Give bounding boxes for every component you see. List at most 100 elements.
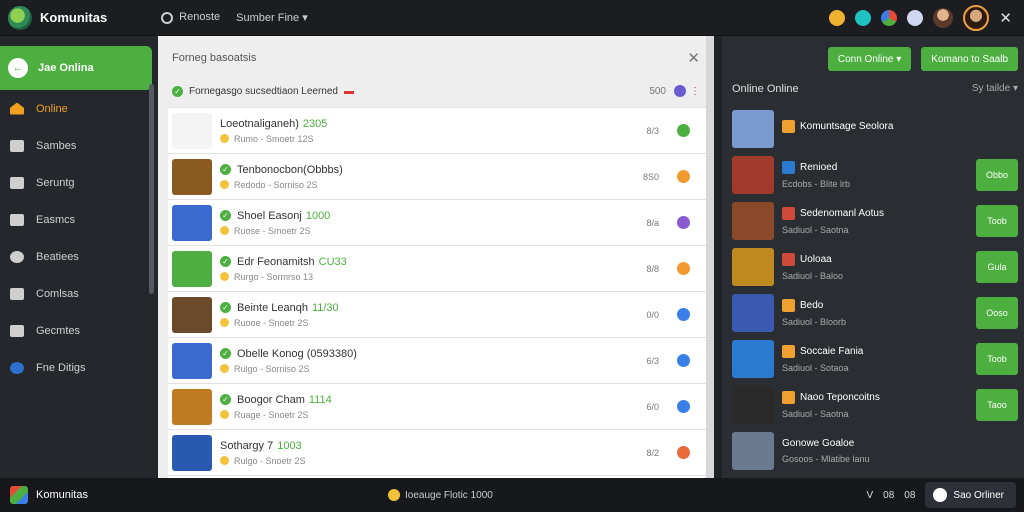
sidebar-item-8[interactable]: Fne Ditigs	[0, 349, 158, 386]
more-icon[interactable]: ⋮	[690, 86, 700, 97]
status-badge-icon[interactable]	[677, 400, 690, 413]
table-row[interactable]: ✓ Tenbonocbon(Obbbs) Redodo - Sorniso 2S 8S…	[168, 153, 706, 199]
tools-icon	[10, 213, 24, 226]
list-item[interactable]: Soccaie Fania Sadiuol - Sotaoa Toob	[732, 336, 1022, 382]
table-row[interactable]: Sothargy 7 1003 Rulgo - Snoetr 2S 8/2	[168, 429, 706, 475]
row-highlight: 2305	[302, 117, 328, 130]
row-highlight: 11/30	[311, 301, 339, 314]
item-text: Uoloaa Sadiuol - Baloo	[782, 253, 843, 281]
coin-icon	[220, 134, 229, 143]
item-title: Gonowe Goaloe	[782, 438, 855, 449]
list-item[interactable]: Uoloaa Sadiuol - Baloo Gula	[732, 244, 1022, 290]
row-title: Sothargy 7 1003	[220, 439, 302, 452]
item-text: Naoo Teponcoitns Sadiuol - Saotna	[782, 391, 880, 419]
status-badge-icon[interactable]	[677, 446, 690, 459]
status-badge-icon[interactable]	[677, 262, 690, 275]
status-badge-icon[interactable]	[677, 170, 690, 183]
table-row[interactable]: ✓ Beinte Leanqh 11/30 Ruooe - Snoetr 2S 0/0	[168, 291, 706, 337]
sidebar: ← Jae Onlina Online Sambes Seruntg Easmc…	[0, 36, 158, 478]
chat-icon[interactable]	[855, 9, 872, 26]
game-icon	[782, 120, 795, 133]
bottom-item-2[interactable]: 08	[883, 490, 894, 501]
search-button[interactable]: Komano to Saalb	[921, 47, 1018, 71]
sidebar-item-5[interactable]: Beatiees	[0, 238, 158, 275]
join-button[interactable]: Toob	[976, 205, 1018, 237]
bottom-right: V 08 08 Sao Orliner	[867, 482, 1016, 508]
list-item[interactable]: Komuntsage Seolora	[732, 106, 1022, 152]
status-badge-icon[interactable]	[677, 308, 690, 321]
search-icon	[10, 250, 24, 263]
sidebar-item-2[interactable]: Sambes	[0, 127, 158, 164]
game-list: Loeotnaliganeh) 2305 Rumo - Smoetr 12S 8/3 ✓…	[168, 107, 706, 512]
bottom-status: Ioeauge Flotic 1000	[387, 489, 493, 501]
item-text: Gonowe Goaloe Gosoos - Mlatibe lanu	[782, 438, 870, 464]
coin-icon	[220, 272, 229, 281]
list-item[interactable]: Bedo Sadiuol - Bloorb Ooso	[732, 290, 1022, 336]
bottom-item-3[interactable]: 08	[904, 490, 915, 501]
game-thumbnail	[732, 432, 774, 470]
bottom-item-1[interactable]: V	[867, 490, 874, 501]
profile-avatar[interactable]	[963, 4, 990, 31]
item-subtitle: Ecdobs - Blite lrb	[782, 179, 851, 189]
table-row[interactable]: ✓ Boogor Cham 1114 Ruage - Snoetr 2S 6/0	[168, 383, 706, 429]
main-scrollbar[interactable]	[706, 36, 714, 478]
table-row[interactable]: ✓ Edr Feonamitsh CU33 Rurgo - Sormrso 13 8/8	[168, 245, 706, 291]
join-button[interactable]: Obbo	[976, 159, 1018, 191]
sidebar-item-online[interactable]: Online	[0, 90, 158, 127]
join-button[interactable]: Gula	[976, 251, 1018, 283]
sidebar-item-6[interactable]: Comlsas	[0, 275, 158, 312]
sidebar-item-7[interactable]: Gecmtes	[0, 312, 158, 349]
list-item[interactable]: Gonowe Goaloe Gosoos - Mlatibe lanu	[732, 428, 1022, 474]
join-button[interactable]: Taoo	[976, 389, 1018, 421]
item-count: 500	[649, 85, 666, 97]
table-row[interactable]: Loeotnaliganeh) 2305 Rumo - Smoetr 12S 8/3	[168, 107, 706, 153]
coin-icon[interactable]	[829, 9, 846, 26]
game-thumbnail	[732, 202, 774, 240]
list-item[interactable]: Sedenomanl Aotus Sadiuol - Saotna Toob	[732, 198, 1022, 244]
panel-subheader: ✓ Fornegasgo sucsedtiaon Leerned ▬ 500 ⋮	[158, 80, 714, 102]
game-thumbnail	[172, 250, 212, 287]
table-row[interactable]: ✓ Obelle Konog (0593380) Rulgo - Sorniso 2…	[168, 337, 706, 383]
list-item[interactable]: Naoo Teponcoitns Sadiuol - Saotna Taoo	[732, 382, 1022, 428]
row-text: ✓ Edr Feonamitsh CU33 Rurgo - Sormrso 13	[220, 256, 347, 282]
sidebar-item-3[interactable]: Seruntg	[0, 164, 158, 201]
close-icon[interactable]: ✕	[999, 9, 1012, 27]
status-badge-icon[interactable]	[677, 124, 690, 137]
item-subtitle: Sadiuol - Saotna	[782, 409, 849, 419]
item-subtitle: Sadiuol - Sotaoa	[782, 363, 849, 373]
row-subtitle: Ruose - Smoetr 2S	[220, 226, 330, 236]
top-nav-item-1[interactable]: Renoste	[161, 11, 220, 24]
game-thumbnail	[732, 294, 774, 332]
connect-online-button[interactable]: Conn Online ▾	[827, 47, 912, 71]
sort-dropdown[interactable]: Sy tailde ▾	[972, 83, 1018, 95]
game-icon	[782, 207, 795, 220]
row-count: 8/a	[646, 217, 659, 228]
join-button[interactable]: Ooso	[976, 297, 1018, 329]
row-text: ✓ Boogor Cham 1114 Ruage - Snoetr 2S	[220, 394, 332, 420]
game-thumbnail	[172, 342, 212, 379]
game-thumbnail	[732, 340, 774, 378]
table-row[interactable]: ✓ Shoel Easonj 1000 Ruose - Smoetr 2S 8/a	[168, 199, 706, 245]
sidebar-item-4[interactable]: Easmcs	[0, 201, 158, 238]
status-badge-icon[interactable]	[677, 354, 690, 367]
friends-icon[interactable]	[907, 9, 924, 26]
avatar[interactable]	[933, 7, 954, 28]
row-title: ✓ Obelle Konog (0593380)	[220, 348, 361, 360]
sidebar-scrollbar[interactable]	[149, 84, 154, 294]
sidebar-header-button[interactable]: ← Jae Onlina	[0, 46, 152, 90]
game-icon	[782, 299, 795, 312]
top-right-icons: ✕	[829, 4, 1012, 31]
online-status-button[interactable]: Sao Orliner	[925, 482, 1016, 508]
game-thumbnail	[172, 112, 212, 149]
panel-title: Forneg basoatsis	[172, 52, 257, 64]
store-icon[interactable]	[881, 9, 898, 26]
game-icon	[782, 391, 795, 404]
close-icon[interactable]: ✕	[687, 49, 700, 67]
top-nav-item-2[interactable]: Sumber Fine ▾	[236, 11, 308, 24]
status-badge-icon[interactable]	[677, 216, 690, 229]
home-icon	[10, 102, 24, 115]
check-icon: ✓	[220, 256, 231, 267]
top-bar: Komunitas Renoste Sumber Fine ▾ ✕	[0, 0, 1024, 36]
list-item[interactable]: Renioed Ecdobs - Blite lrb Obbo	[732, 152, 1022, 198]
join-button[interactable]: Toob	[976, 343, 1018, 375]
